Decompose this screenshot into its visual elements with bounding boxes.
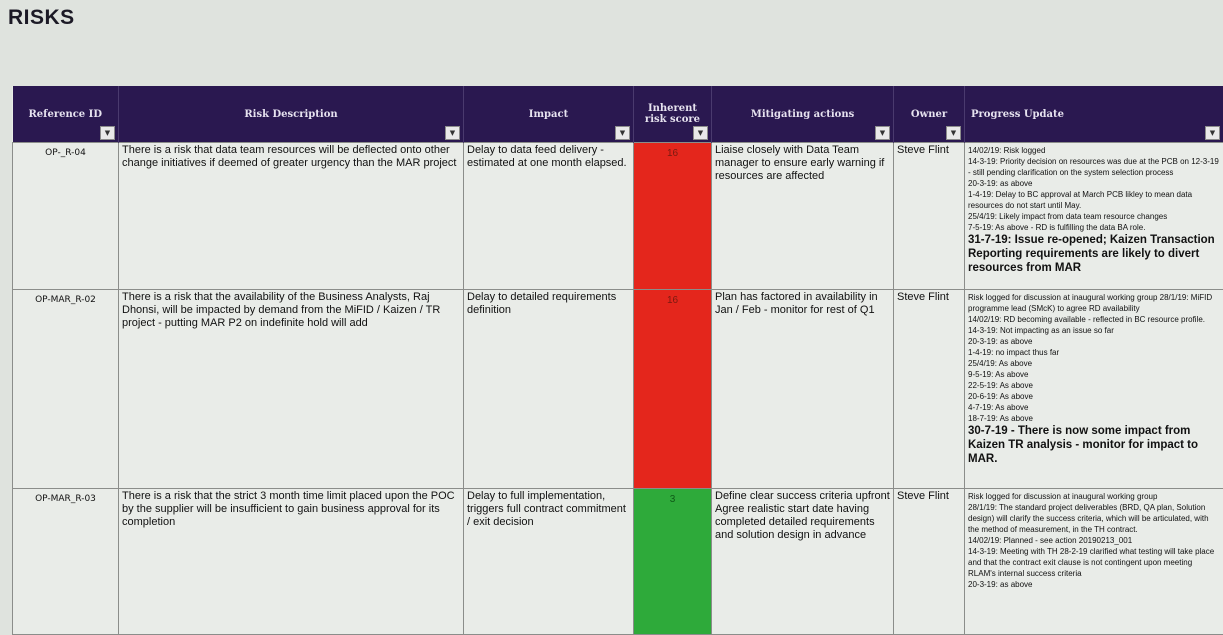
- column-header-risk-description: Risk Description ▼: [119, 86, 464, 143]
- cell-impact[interactable]: Delay to data feed delivery - estimated …: [464, 143, 634, 290]
- cell-risk-description[interactable]: There is a risk that data team resources…: [119, 143, 464, 290]
- column-header-label: Risk Description: [244, 109, 337, 120]
- risk-register-table: Reference ID ▼ Risk Description ▼ Impact…: [12, 86, 1223, 635]
- progress-entry: Risk logged for discussion at inaugural …: [968, 491, 1221, 502]
- column-header-label: Mitigating actions: [751, 109, 854, 120]
- column-header-label: Progress Update: [971, 109, 1064, 120]
- progress-entry: 9-5-19: As above: [968, 369, 1221, 380]
- column-header-progress-update: Progress Update ▼: [965, 86, 1223, 143]
- progress-entry: 22-5-19: As above: [968, 380, 1221, 391]
- cell-progress-update[interactable]: Risk logged for discussion at inaugural …: [965, 489, 1223, 635]
- column-header-label: Inherent risk score: [645, 103, 700, 125]
- column-header-impact: Impact ▼: [464, 86, 634, 143]
- header-row: Reference ID ▼ Risk Description ▼ Impact…: [13, 86, 1223, 143]
- progress-entry: 20-3-19: as above: [968, 178, 1221, 189]
- column-header-label: Reference ID: [28, 109, 102, 120]
- filter-dropdown-icon[interactable]: ▼: [615, 126, 630, 140]
- progress-entry: 25/4/19: As above: [968, 358, 1221, 369]
- page-title: RISKS: [8, 6, 75, 30]
- table-row: OP-MAR_R-02 There is a risk that the ava…: [13, 290, 1223, 489]
- table-row: OP-_R-04 There is a risk that data team …: [13, 143, 1223, 290]
- filter-dropdown-icon[interactable]: ▼: [445, 126, 460, 140]
- progress-entry: Risk logged for discussion at inaugural …: [968, 292, 1221, 314]
- table-row: OP-MAR_R-03 There is a risk that the str…: [13, 489, 1223, 635]
- column-header-mitigating-actions: Mitigating actions ▼: [712, 86, 894, 143]
- progress-entry: 14-3-19: Not impacting as an issue so fa…: [968, 325, 1221, 336]
- column-header-label: Impact: [529, 109, 568, 120]
- progress-entry: 18-7-19: As above: [968, 413, 1221, 424]
- progress-entry: 14-3-19: Meeting with TH 28-2-19 clarifi…: [968, 546, 1221, 579]
- progress-entry: 20-3-19: as above: [968, 579, 1221, 590]
- cell-reference-id[interactable]: OP-MAR_R-02: [13, 290, 119, 489]
- filter-dropdown-icon[interactable]: ▼: [100, 126, 115, 140]
- cell-owner[interactable]: Steve Flint: [894, 290, 965, 489]
- cell-impact[interactable]: Delay to detailed requirements definitio…: [464, 290, 634, 489]
- progress-entry: 14/02/19: Planned - see action 20190213_…: [968, 535, 1221, 546]
- progress-entry: 20-3-19: as above: [968, 336, 1221, 347]
- cell-risk-description[interactable]: There is a risk that the availability of…: [119, 290, 464, 489]
- progress-entry: 25/4/19: Likely impact from data team re…: [968, 211, 1221, 222]
- filter-dropdown-icon[interactable]: ▼: [693, 126, 708, 140]
- filter-dropdown-icon[interactable]: ▼: [1205, 126, 1220, 140]
- cell-reference-id[interactable]: OP-MAR_R-03: [13, 489, 119, 635]
- cell-mitigating-actions[interactable]: Define clear success criteria upfront Ag…: [712, 489, 894, 635]
- cell-risk-score[interactable]: 16: [634, 143, 712, 290]
- column-header-inherent-risk-score: Inherent risk score ▼: [634, 86, 712, 143]
- cell-mitigating-actions[interactable]: Liaise closely with Data Team manager to…: [712, 143, 894, 290]
- progress-entry: 14/02/19: Risk logged: [968, 145, 1221, 156]
- cell-owner[interactable]: Steve Flint: [894, 489, 965, 635]
- progress-entry: 28/1/19: The standard project deliverabl…: [968, 502, 1221, 535]
- cell-risk-score[interactable]: 16: [634, 290, 712, 489]
- progress-entry: 4-7-19: As above: [968, 402, 1221, 413]
- cell-mitigating-actions[interactable]: Plan has factored in availability in Jan…: [712, 290, 894, 489]
- column-header-owner: Owner ▼: [894, 86, 965, 143]
- column-header-reference-id: Reference ID ▼: [13, 86, 119, 143]
- filter-dropdown-icon[interactable]: ▼: [946, 126, 961, 140]
- filter-dropdown-icon[interactable]: ▼: [875, 126, 890, 140]
- progress-entry: 1-4-19: no impact thus far: [968, 347, 1221, 358]
- progress-entry: 20-6-19: As above: [968, 391, 1221, 402]
- cell-risk-score[interactable]: 3: [634, 489, 712, 635]
- progress-entry: 14/02/19: RD becoming available - reflec…: [968, 314, 1221, 325]
- progress-entry: 14-3-19: Priority decision on resources …: [968, 156, 1221, 178]
- progress-highlight: 30-7-19 - There is now some impact from …: [968, 424, 1221, 466]
- progress-highlight: 31-7-19: Issue re-opened; Kaizen Transac…: [968, 233, 1221, 275]
- cell-reference-id[interactable]: OP-_R-04: [13, 143, 119, 290]
- cell-impact[interactable]: Delay to full implementation, triggers f…: [464, 489, 634, 635]
- cell-progress-update[interactable]: Risk logged for discussion at inaugural …: [965, 290, 1223, 489]
- cell-risk-description[interactable]: There is a risk that the strict 3 month …: [119, 489, 464, 635]
- cell-owner[interactable]: Steve Flint: [894, 143, 965, 290]
- column-header-label: Owner: [911, 109, 947, 120]
- progress-entry: 1-4-19: Delay to BC approval at March PC…: [968, 189, 1221, 211]
- progress-entry: 7-5-19: As above - RD is fulfilling the …: [968, 222, 1221, 233]
- cell-progress-update[interactable]: 14/02/19: Risk logged 14-3-19: Priority …: [965, 143, 1223, 290]
